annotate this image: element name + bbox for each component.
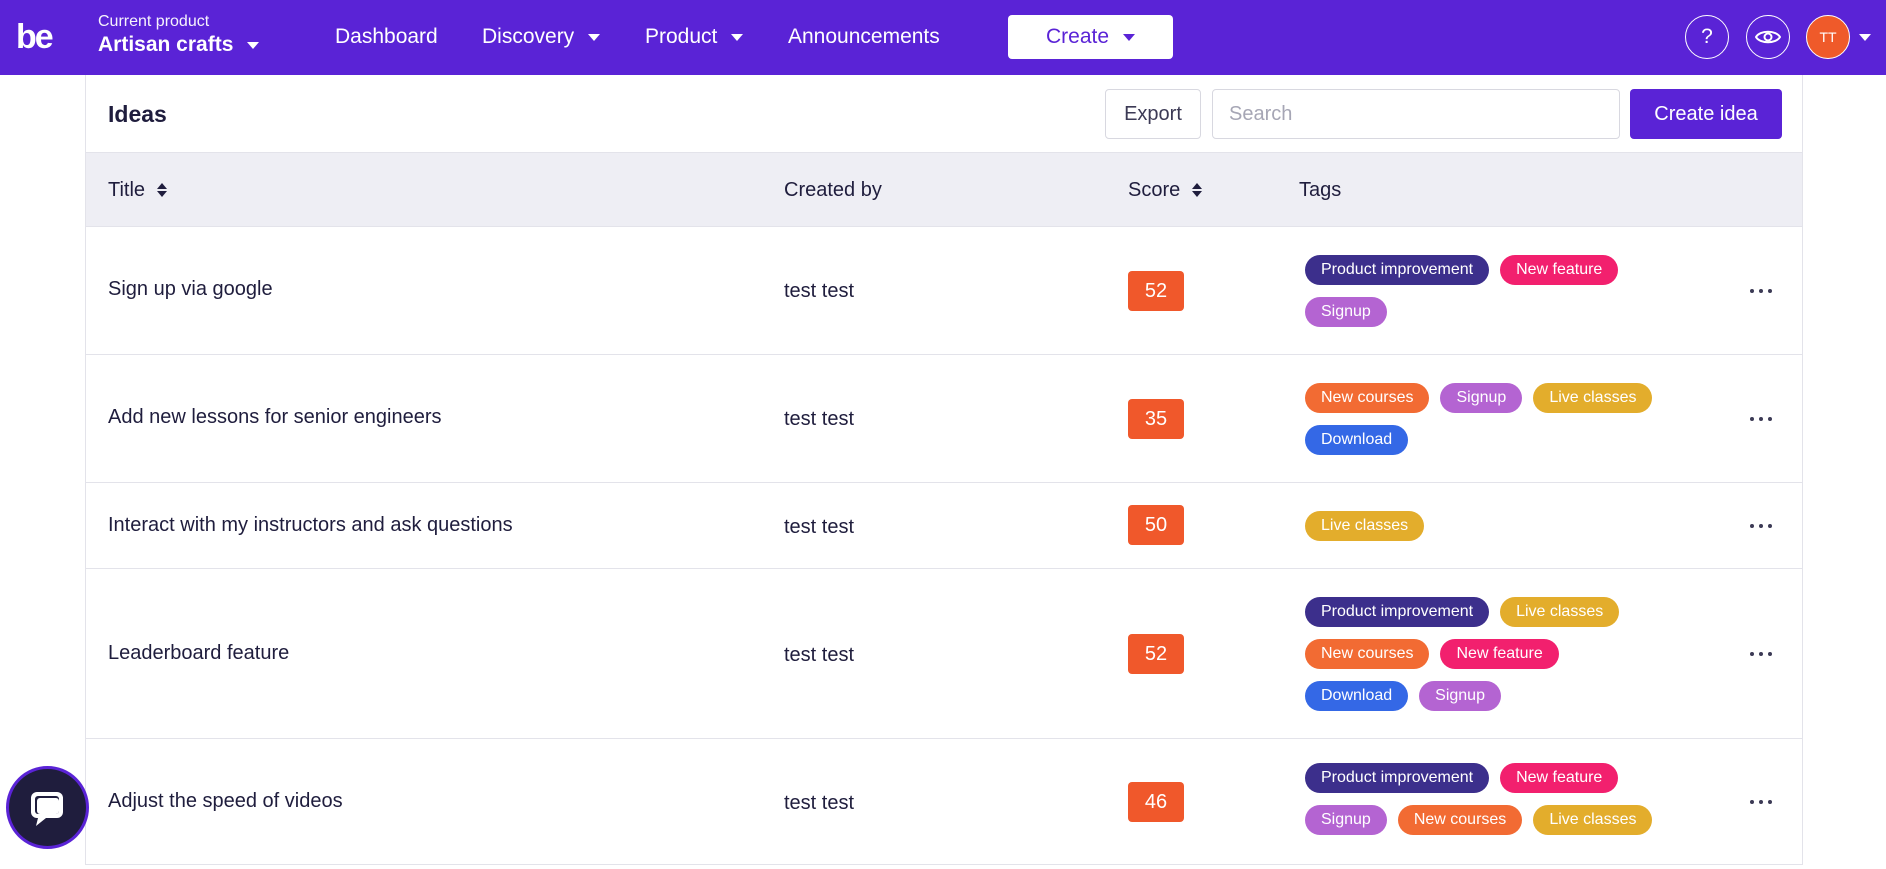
help-icon: ?	[1701, 25, 1713, 48]
sort-icon[interactable]	[157, 183, 168, 197]
preview-button[interactable]	[1746, 15, 1790, 59]
score-badge: 52	[1128, 271, 1184, 311]
chevron-down-icon	[588, 33, 601, 41]
tag: Signup	[1440, 383, 1523, 413]
table-row[interactable]: Sign up via google test test 52 Product …	[86, 227, 1802, 355]
score-badge: 52	[1128, 634, 1184, 674]
chevron-down-icon	[1123, 33, 1136, 41]
product-switcher-name[interactable]: Artisan crafts	[98, 32, 260, 58]
chat-widget-button[interactable]	[6, 766, 89, 849]
more-options-icon[interactable]	[1746, 409, 1776, 429]
nav-product-label: Product	[645, 25, 718, 48]
table-row[interactable]: Add new lessons for senior engineers tes…	[86, 355, 1802, 483]
idea-title[interactable]: Sign up via google	[108, 277, 273, 301]
user-avatar[interactable]: TT	[1806, 15, 1850, 59]
nav-product[interactable]: Product	[645, 24, 744, 50]
idea-creator: test test	[784, 280, 855, 302]
tag: Live classes	[1533, 805, 1653, 835]
column-tags-label: Tags	[1299, 179, 1342, 201]
tag: New feature	[1500, 255, 1619, 285]
nav-announcements-label: Announcements	[788, 25, 940, 48]
idea-title[interactable]: Add new lessons for senior engineers	[108, 405, 442, 429]
more-options-icon[interactable]	[1746, 516, 1776, 536]
app-logo[interactable]: be	[16, 20, 54, 54]
table-header: Title Created by Score Tags	[86, 153, 1802, 227]
tag: New feature	[1500, 763, 1619, 793]
tag: Signup	[1419, 681, 1501, 711]
tag: New courses	[1305, 639, 1430, 669]
top-navigation-bar: be Current product Artisan crafts Dashbo…	[0, 0, 1886, 75]
ideas-panel: Ideas Export Create idea Title Created b…	[85, 75, 1803, 865]
tag-list: New courses Signup Live classes Download	[1305, 383, 1665, 455]
idea-title[interactable]: Adjust the speed of videos	[108, 789, 343, 813]
tag: Live classes	[1533, 383, 1653, 413]
tag: Signup	[1305, 297, 1387, 327]
tag: Product improvement	[1305, 255, 1490, 285]
nav-announcements[interactable]: Announcements	[788, 24, 940, 50]
more-options-icon[interactable]	[1746, 644, 1776, 664]
help-button[interactable]: ?	[1685, 15, 1729, 59]
nav-discovery-label: Discovery	[482, 25, 575, 48]
tag: Product improvement	[1305, 597, 1490, 627]
tag: New feature	[1440, 639, 1559, 669]
create-button-label: Create	[1045, 25, 1110, 48]
tag: Live classes	[1500, 597, 1620, 627]
eye-icon	[1755, 30, 1781, 44]
tag: Signup	[1305, 805, 1387, 835]
column-header-score[interactable]: Score	[1128, 178, 1203, 202]
nav-discovery[interactable]: Discovery	[482, 24, 601, 50]
idea-creator: test test	[784, 792, 855, 814]
chat-bubble-icon	[30, 791, 63, 826]
tag: Live classes	[1305, 511, 1425, 541]
idea-title[interactable]: Interact with my instructors and ask que…	[108, 513, 513, 537]
column-header-tags: Tags	[1299, 178, 1341, 202]
current-product-name: Artisan crafts	[98, 33, 234, 56]
table-row[interactable]: Adjust the speed of videos test test 46 …	[86, 739, 1802, 869]
score-badge: 50	[1128, 505, 1184, 545]
tag-list: Product improvement New feature Signup	[1305, 255, 1665, 327]
column-created-by-label: Created by	[784, 179, 882, 201]
column-title-label: Title	[108, 179, 146, 201]
page-title: Ideas	[108, 101, 167, 127]
idea-creator: test test	[784, 644, 855, 666]
create-dropdown-button[interactable]: Create	[1008, 15, 1173, 59]
more-options-icon[interactable]	[1746, 792, 1776, 812]
tag: Product improvement	[1305, 763, 1490, 793]
nav-dashboard-label: Dashboard	[335, 25, 438, 48]
table-row[interactable]: Leaderboard feature test test 52 Product…	[86, 569, 1802, 739]
search-input[interactable]	[1212, 89, 1620, 139]
ideas-header: Ideas Export Create idea	[86, 75, 1802, 153]
score-badge: 46	[1128, 782, 1184, 822]
table-row[interactable]: Interact with my instructors and ask que…	[86, 483, 1802, 569]
tag: New courses	[1397, 805, 1523, 835]
chevron-down-icon	[731, 33, 744, 41]
idea-creator: test test	[784, 408, 855, 430]
tag-list: Product improvement New feature Signup N…	[1305, 763, 1665, 835]
create-idea-button[interactable]: Create idea	[1630, 89, 1782, 139]
idea-creator: test test	[784, 516, 855, 538]
chevron-down-icon[interactable]	[1859, 34, 1871, 41]
tag: Download	[1305, 681, 1409, 711]
column-header-created-by: Created by	[784, 178, 882, 202]
product-switcher[interactable]: Current product Artisan crafts	[98, 12, 260, 58]
nav-dashboard[interactable]: Dashboard	[335, 24, 438, 50]
column-score-label: Score	[1128, 179, 1181, 201]
tag-list: Product improvement Live classes New cou…	[1305, 597, 1665, 711]
chevron-down-icon	[247, 41, 260, 49]
sort-icon[interactable]	[1192, 183, 1203, 197]
score-badge: 35	[1128, 399, 1184, 439]
product-switcher-caption: Current product	[98, 13, 210, 30]
export-button[interactable]: Export	[1105, 89, 1201, 139]
column-header-title[interactable]: Title	[108, 178, 168, 202]
tag: New courses	[1305, 383, 1430, 413]
tag-list: Live classes	[1305, 511, 1665, 541]
more-options-icon[interactable]	[1746, 281, 1776, 301]
tag: Download	[1305, 425, 1409, 455]
idea-title[interactable]: Leaderboard feature	[108, 641, 289, 665]
